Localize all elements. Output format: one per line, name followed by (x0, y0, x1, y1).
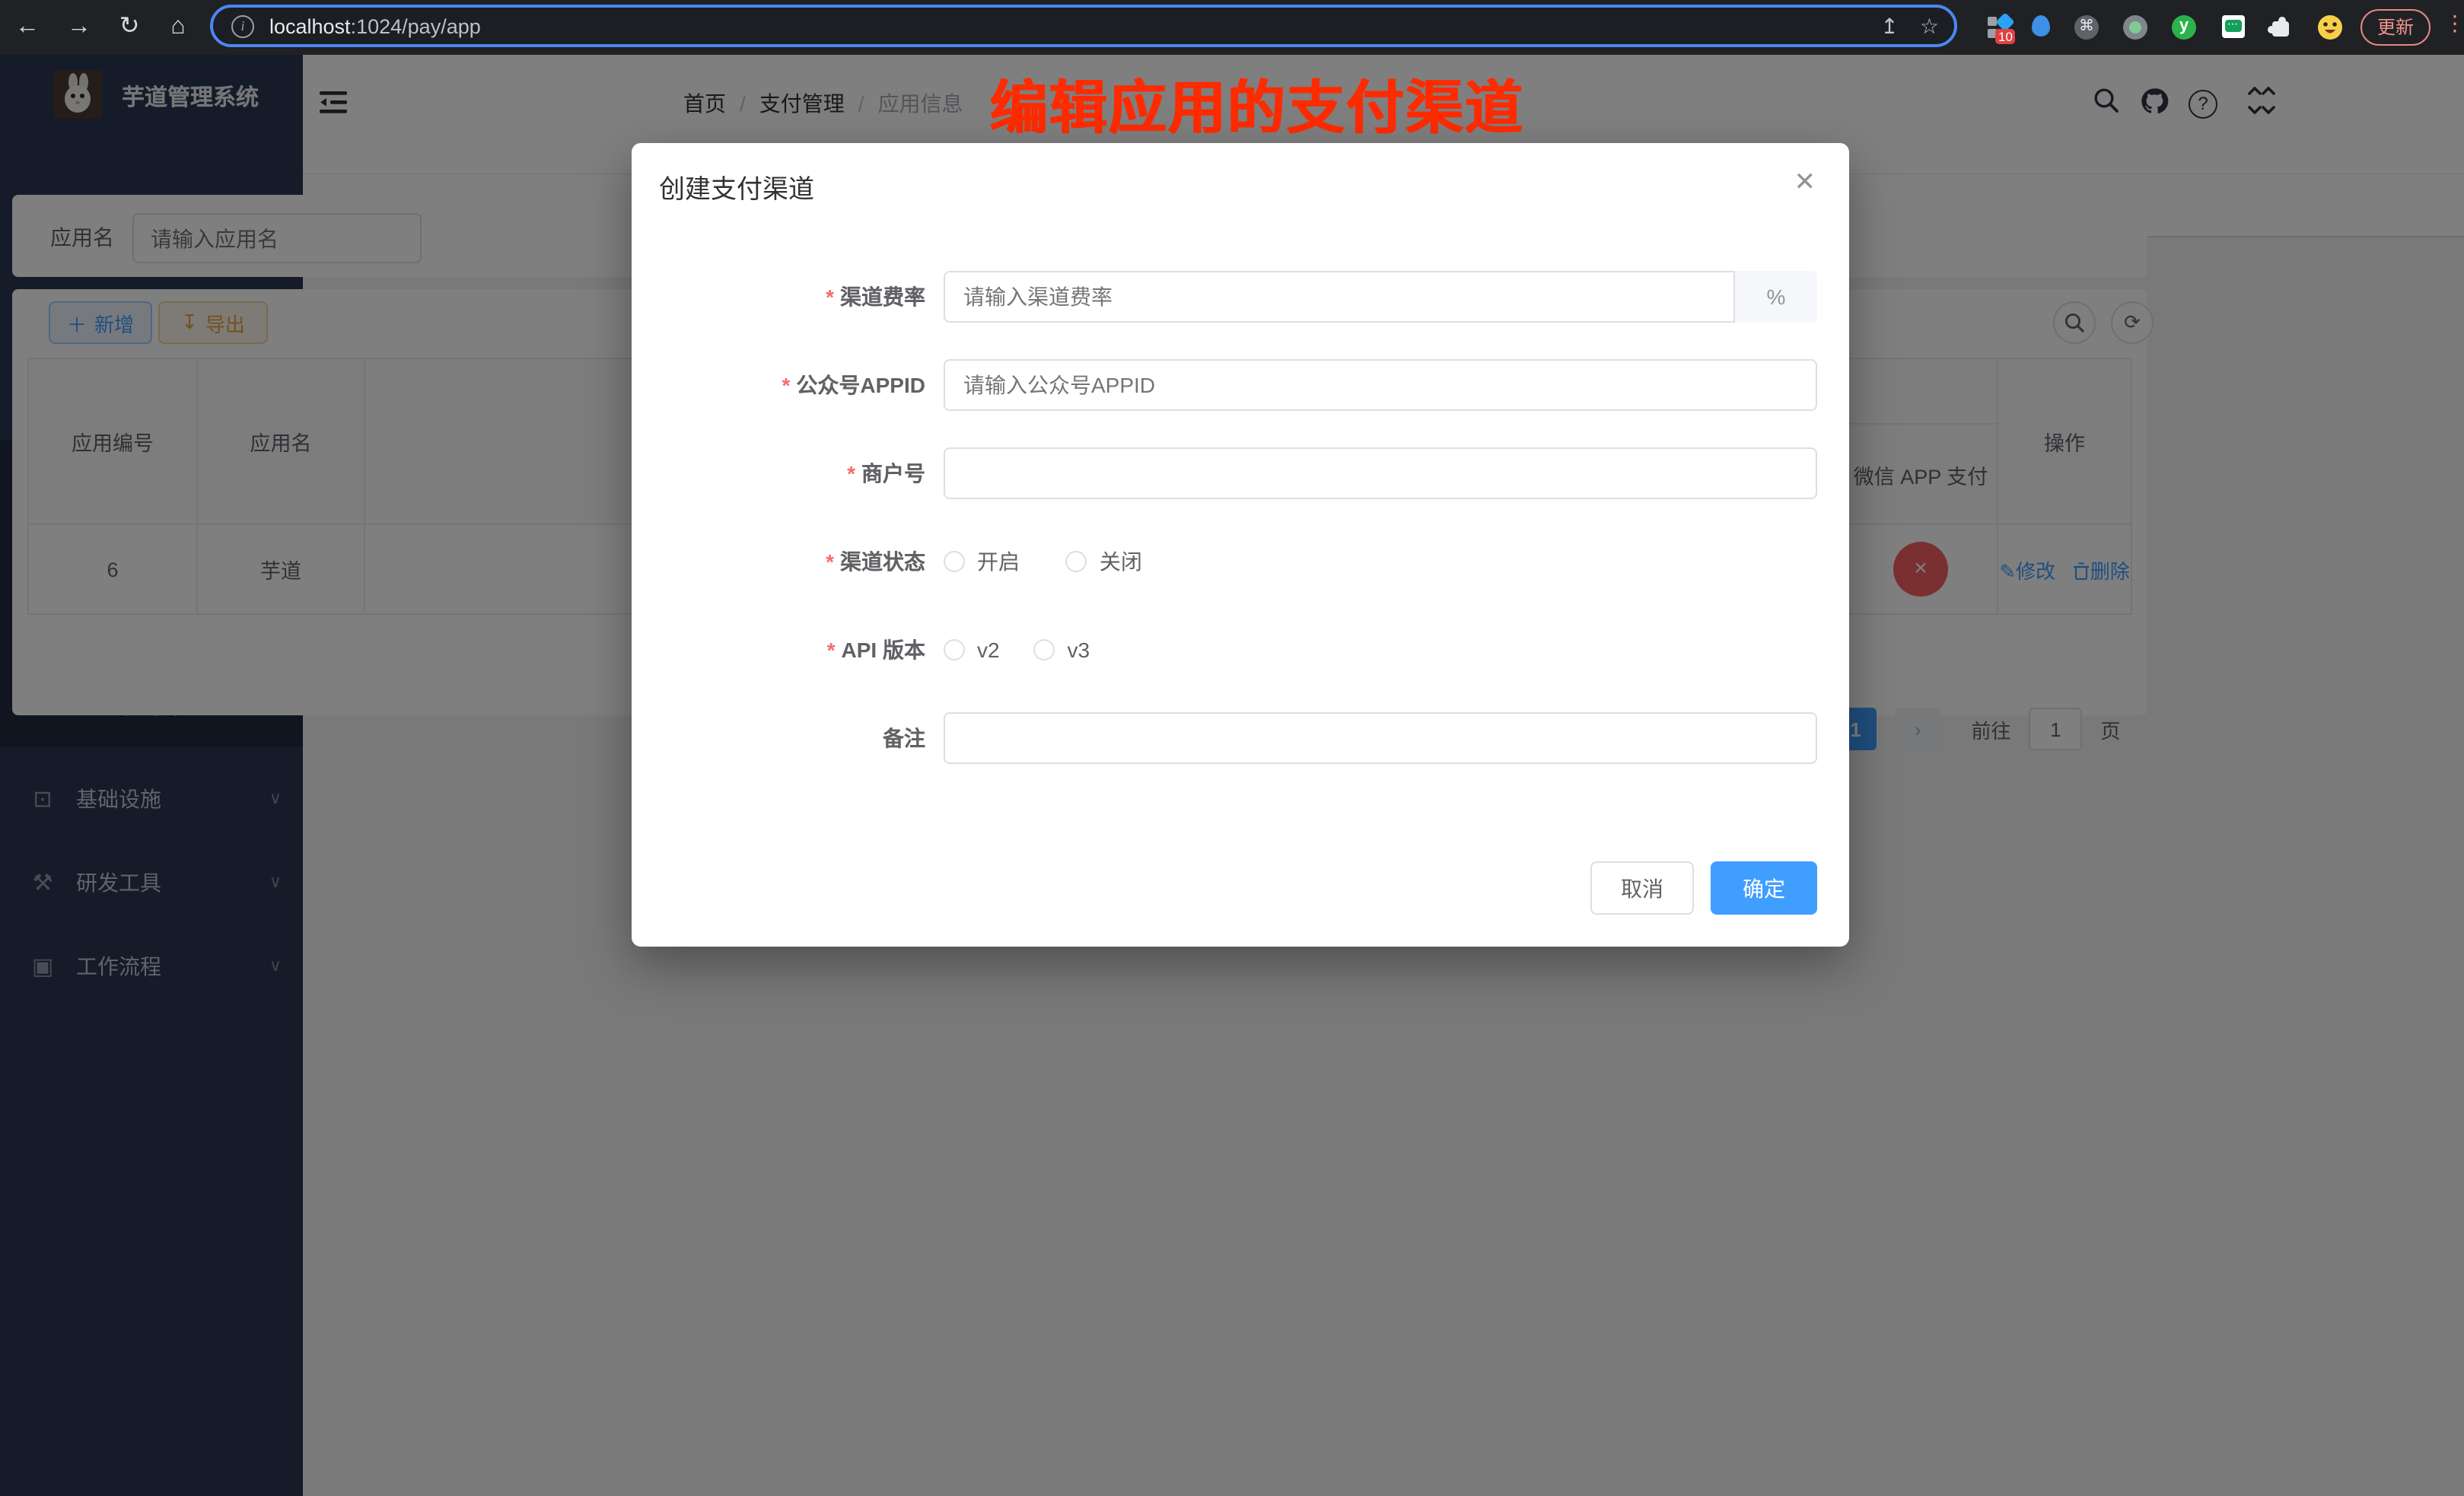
extension-balloon-icon[interactable] (2027, 14, 2055, 41)
extension-tabs-icon[interactable]: 10 (1986, 14, 2014, 41)
browser-back-icon[interactable]: ← (12, 12, 43, 43)
extension-badge: 10 (1995, 29, 2016, 44)
confirm-button[interactable]: 确定 (1711, 861, 1817, 915)
radio-icon (944, 639, 965, 660)
form-row-api-version: *API 版本 v2 v3 (632, 624, 1849, 676)
radio-api-v3[interactable]: v3 (1034, 624, 1090, 676)
dialog-title: 创建支付渠道 (659, 167, 814, 205)
form-row-remark: 备注 (632, 712, 1849, 764)
radio-status-closed[interactable]: 关闭 (1066, 536, 1142, 587)
browser-home-icon[interactable]: ⌂ (163, 12, 193, 43)
cancel-button[interactable]: 取消 (1590, 861, 1694, 915)
annotation-text: 编辑应用的支付渠道 (989, 61, 1523, 145)
radio-icon (944, 551, 965, 572)
browser-menu-icon[interactable]: ⋮ (2444, 11, 2464, 37)
profile-emoji-icon[interactable] (2316, 14, 2344, 41)
browser-toolbar: ← → ↻ ⌂ i localhost:1024/pay/app ↥ ☆ 10 … (0, 0, 2464, 55)
percent-suffix: % (1733, 271, 1817, 323)
address-bar[interactable]: i localhost:1024/pay/app ↥ ☆ (210, 5, 1957, 47)
screen: ← → ↻ ⌂ i localhost:1024/pay/app ↥ ☆ 10 … (0, 0, 2464, 1496)
form-row-appid: *公众号APPID (632, 359, 1849, 411)
form-row-rate: *渠道费率 % (632, 271, 1849, 323)
radio-icon (1066, 551, 1087, 572)
extension-recorder-icon[interactable] (2122, 14, 2149, 41)
create-channel-dialog: 创建支付渠道 ✕ *渠道费率 % *公众号APPID *商户号 *渠道状 (632, 143, 1849, 947)
remark-input[interactable] (944, 712, 1817, 764)
radio-status-open[interactable]: 开启 (944, 536, 1020, 587)
site-info-icon[interactable]: i (231, 14, 254, 37)
share-icon[interactable]: ↥ (1880, 13, 1898, 39)
browser-reload-icon[interactable]: ↻ (114, 12, 145, 43)
extension-y-icon[interactable]: y (2170, 14, 2198, 41)
url-text[interactable]: localhost:1024/pay/app (269, 14, 481, 37)
extension-command-icon[interactable]: ⌘ (2073, 14, 2100, 41)
bookmark-star-icon[interactable]: ☆ (1920, 13, 1939, 39)
browser-update-button[interactable]: 更新 (2361, 9, 2431, 46)
extension-chat-icon[interactable]: ⋯ (2219, 14, 2246, 41)
radio-icon (1034, 639, 1055, 660)
extensions-puzzle-icon[interactable] (2268, 14, 2295, 41)
rate-input[interactable]: % (944, 271, 1817, 323)
form-row-merchant: *商户号 (632, 447, 1849, 499)
merchant-input[interactable] (944, 447, 1817, 499)
radio-api-v2[interactable]: v2 (944, 624, 1000, 676)
dialog-close-icon[interactable]: ✕ (1794, 167, 1816, 198)
appid-input[interactable] (944, 359, 1817, 411)
form-row-status: *渠道状态 开启 关闭 (632, 536, 1849, 587)
browser-forward-icon[interactable]: → (64, 12, 94, 43)
